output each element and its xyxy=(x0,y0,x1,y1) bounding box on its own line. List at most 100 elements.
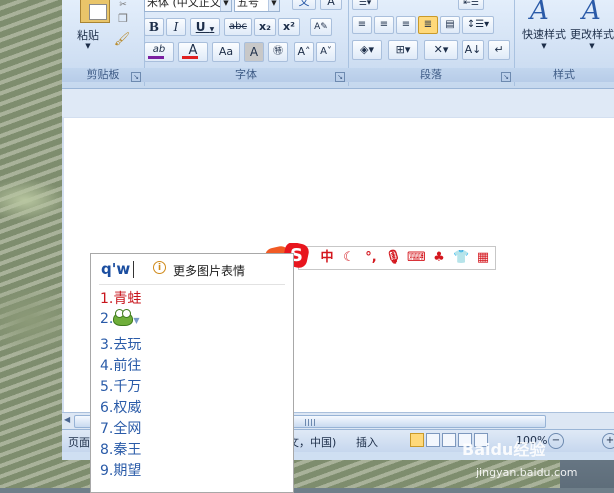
paragraph-mark-icon: ↵ xyxy=(494,43,504,56)
candidate-num: 3. xyxy=(100,337,114,353)
format-painter-button[interactable]: 🖌 xyxy=(112,32,132,50)
justify-icon: ≣ xyxy=(423,19,433,30)
web-view-icon[interactable] xyxy=(442,433,456,447)
candidate-text: 前往 xyxy=(113,358,142,374)
change-styles-button[interactable]: A 更改样式 ▼ xyxy=(570,0,614,60)
candidate-6[interactable]: 6.权威 xyxy=(100,397,141,417)
candidate-text: 秦王 xyxy=(113,442,142,458)
more-images-link[interactable]: 更多图片表情 xyxy=(173,262,245,279)
ribbon: 粘贴 ▼ ✂ ❐ 🖌 剪贴板 ↘ 宋体 (中文正文) ▼ 五号 ▼ 文 A B … xyxy=(62,0,614,89)
font-group-label: 字体 xyxy=(144,68,348,82)
skin-icon[interactable]: ♣ xyxy=(431,249,447,266)
italic-button[interactable]: I xyxy=(166,18,186,36)
keyboard-icon[interactable]: ⌨ xyxy=(407,249,426,266)
clipboard-launcher-icon[interactable]: ↘ xyxy=(131,72,141,82)
candidate-5[interactable]: 5.千万 xyxy=(100,376,141,396)
line-spacing-button[interactable]: ↕☰▾ xyxy=(462,16,494,34)
font-name-combo[interactable]: 宋体 (中文正文) ▼ xyxy=(144,0,232,12)
chinese-layout-icon: ✕▾ xyxy=(433,43,449,56)
candidate-4[interactable]: 4.前往 xyxy=(100,355,141,375)
indent-button[interactable]: ⇤☰ xyxy=(458,0,484,10)
superscript-button[interactable]: x² xyxy=(278,18,300,36)
status-page[interactable]: 页面 xyxy=(68,434,90,450)
candidate-3[interactable]: 3.去玩 xyxy=(100,334,141,354)
show-marks-button[interactable]: ↵ xyxy=(488,40,510,60)
chevron-down-icon: ▼ xyxy=(220,0,231,11)
sort-button[interactable]: A↓ xyxy=(462,40,484,60)
strikethrough-button[interactable]: abc xyxy=(224,18,252,36)
chinese-mode-toggle[interactable]: 中 xyxy=(319,249,335,266)
quick-styles-label: 快速样式 xyxy=(522,28,566,41)
align-right-button[interactable]: ≡ xyxy=(396,16,416,34)
pinyin-input: q'w xyxy=(101,260,131,278)
grow-font-button[interactable]: A˄ xyxy=(294,42,314,62)
subscript-button[interactable]: x₂ xyxy=(254,18,276,36)
status-language[interactable]: 文，中国) xyxy=(288,434,336,450)
moon-icon[interactable]: ☾ xyxy=(341,249,357,266)
phonetic-guide-button[interactable]: 文 xyxy=(292,0,316,10)
bullets-button[interactable]: ☰▾ xyxy=(352,0,378,10)
bullets-icon: ☰▾ xyxy=(358,0,372,8)
zoom-in-icon[interactable]: + xyxy=(602,433,614,449)
candidate-num: 8. xyxy=(100,442,114,458)
microphone-icon[interactable]: 🎙 xyxy=(385,249,402,266)
highlight-button[interactable]: ab xyxy=(144,42,174,62)
candidate-8[interactable]: 8.秦王 xyxy=(100,439,141,459)
paste-label: 粘贴 xyxy=(77,29,99,42)
underline-button[interactable]: U ▼ xyxy=(190,18,220,36)
candidate-text: 权威 xyxy=(113,400,142,416)
print-layout-view-icon[interactable] xyxy=(410,433,424,447)
zoom-out-icon[interactable]: − xyxy=(548,433,564,449)
font-name-value: 宋体 (中文正文) xyxy=(147,0,226,9)
toolbox-icon[interactable]: ▦ xyxy=(475,249,491,266)
char-shading-button[interactable]: A xyxy=(244,42,264,62)
candidate-num: 6. xyxy=(100,400,114,416)
candidate-text: 全网 xyxy=(113,421,142,437)
justify-button[interactable]: ≣ xyxy=(418,16,438,34)
paragraph-launcher-icon[interactable]: ↘ xyxy=(501,72,511,82)
highlight-label: ab xyxy=(152,44,166,55)
candidate-1[interactable]: 1.青蛙 xyxy=(100,288,141,308)
font-launcher-icon[interactable]: ↘ xyxy=(335,72,345,82)
scroll-left-icon[interactable]: ◀ xyxy=(64,415,70,424)
status-insert-mode[interactable]: 插入 xyxy=(356,434,378,450)
paste-button[interactable]: 粘贴 ▼ xyxy=(68,0,110,60)
candidate-num: 5. xyxy=(100,379,114,395)
punctuation-icon[interactable]: °, xyxy=(363,249,379,266)
font-size-combo[interactable]: 五号 ▼ xyxy=(234,0,280,12)
candidate-text: 去玩 xyxy=(113,337,142,353)
font-color-button[interactable]: A xyxy=(178,42,208,62)
quick-styles-button[interactable]: A 快速样式 ▼ xyxy=(518,0,570,60)
line-spacing-icon: ↕☰▾ xyxy=(466,19,490,30)
align-left-button[interactable]: ≡ xyxy=(352,16,372,34)
chevron-down-icon: ▼ xyxy=(209,26,215,33)
change-case-button[interactable]: Aa xyxy=(212,42,240,62)
copy-button[interactable]: ❐ xyxy=(114,12,132,26)
cut-button[interactable]: ✂ xyxy=(114,0,132,10)
borders-button[interactable]: ⊞▾ xyxy=(388,40,418,60)
reading-view-icon[interactable] xyxy=(426,433,440,447)
shrink-font-button[interactable]: A˅ xyxy=(316,42,336,62)
clear-format-button[interactable]: A✎ xyxy=(310,18,332,36)
tshirt-icon[interactable]: 👕 xyxy=(453,249,469,266)
enclose-char-button[interactable]: ㊕ xyxy=(268,42,288,62)
bold-button[interactable]: B xyxy=(144,18,164,36)
enclose-char-icon: ㊕ xyxy=(273,46,283,57)
char-border-button[interactable]: A xyxy=(320,0,342,10)
clipboard-group: 粘贴 ▼ ✂ ❐ 🖌 剪贴板 ↘ xyxy=(62,0,145,86)
chinese-layout-button[interactable]: ✕▾ xyxy=(424,40,458,60)
copy-icon: ❐ xyxy=(118,12,128,25)
paste-icon xyxy=(80,0,110,23)
candidate-7[interactable]: 7.全网 xyxy=(100,418,141,438)
align-center-button[interactable]: ≡ xyxy=(374,16,394,34)
grip-icon xyxy=(305,419,315,426)
distribute-button[interactable]: ▤ xyxy=(440,16,460,34)
candidate-num: 9. xyxy=(100,463,114,479)
candidate-2[interactable]: 2. ▼ xyxy=(100,309,140,327)
shading-button[interactable]: ◈▾ xyxy=(352,40,382,60)
candidate-num: 4. xyxy=(100,358,114,374)
candidate-9[interactable]: 9.期望 xyxy=(100,460,141,480)
candidate-text: 青蛙 xyxy=(113,291,142,307)
scissors-icon: ✂ xyxy=(119,0,127,10)
ruler-area xyxy=(62,89,614,117)
